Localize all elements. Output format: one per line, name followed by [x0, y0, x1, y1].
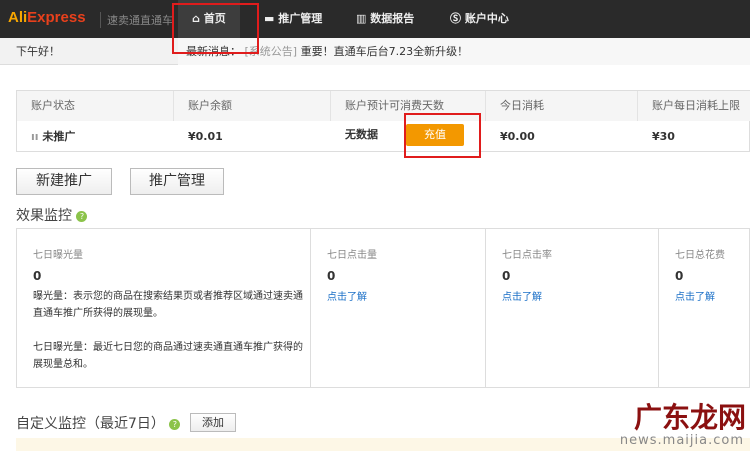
highlight-box [172, 3, 259, 54]
add-button[interactable]: 添加 [190, 413, 236, 432]
new-promo-button[interactable]: 新建推广 [16, 168, 112, 195]
greeting: 下午好！ [16, 45, 60, 58]
top-nav-bar: AliExpress 速卖通直通车 ⌂ 首页 ▬ 推广管理 ▥ 数据报告 Ⓢ 账… [0, 0, 750, 38]
watermark: 广东龙网 [633, 401, 746, 434]
app-subtitle: 速卖通直通车 [100, 12, 173, 28]
aliexpress-logo[interactable]: AliExpress [8, 9, 86, 26]
card-label: 七日点击量 [327, 250, 377, 261]
nav-promo-manage[interactable]: ▬ 推广管理 [250, 0, 336, 38]
card-value: 0 [675, 269, 684, 283]
card-value: 0 [33, 269, 42, 283]
card-label: 七日点击率 [502, 250, 552, 261]
card-desc: 七日曝光量：最近七日您的商品通过速卖通直通车推广获得的展现量总和。 [33, 342, 303, 370]
today-spend: ¥0.00 [500, 130, 535, 143]
highlight-box [404, 113, 481, 158]
account-status: ıı 未推广 [31, 130, 76, 143]
card-clicks: 七日点击量 0 点击了解 [311, 229, 486, 387]
daily-limit: ¥30 [652, 130, 675, 143]
pause-icon: ıı [31, 130, 43, 143]
help-icon[interactable]: ? [76, 210, 88, 222]
account-balance: ¥0.01 [188, 130, 223, 143]
card-label: 七日总花费 [675, 250, 725, 261]
col-header: 账户余额 [174, 91, 331, 121]
learn-more-link[interactable]: 点击了解 [502, 288, 658, 303]
card-spend: 七日总花费 0 点击了解 [659, 229, 750, 387]
card-ctr: 七日点击率 0 点击了解 [486, 229, 659, 387]
learn-more-link[interactable]: 点击了解 [675, 288, 750, 303]
nav-data-report[interactable]: ▥ 数据报告 [342, 0, 428, 38]
sub-bar: 下午好！ 最新消息： [系统公告] 重要！直通车后台7.23全新升级！ [0, 38, 750, 65]
monitor-heading: 效果监控 ? [16, 205, 88, 225]
card-value: 0 [502, 269, 511, 283]
promo-manage-button[interactable]: 推广管理 [130, 168, 224, 195]
card-impressions: 七日曝光量 0 曝光量：表示您的商品在搜索结果页或者推荐区域通过速卖通直通车推广… [17, 229, 311, 387]
account-table: 账户状态 账户余额 账户预计可消费天数 今日消耗 账户每日消耗上限 ıı 未推广… [16, 90, 750, 152]
bar-chart-icon: ▥ [356, 12, 371, 25]
custom-monitor-heading: 自定义监控（最近7日） ? [16, 413, 181, 433]
help-icon[interactable]: ? [169, 418, 181, 430]
card-label: 七日曝光量 [33, 250, 83, 261]
dollar-icon: Ⓢ [450, 12, 465, 25]
monitor-cards: 七日曝光量 0 曝光量：表示您的商品在搜索结果页或者推荐区域通过速卖通直通车推广… [16, 228, 750, 388]
learn-more-link[interactable]: 点击了解 [327, 288, 485, 303]
briefcase-icon: ▬ [264, 12, 279, 25]
card-desc: 曝光量：表示您的商品在搜索结果页或者推荐区域通过速卖通直通车推广所获得的展现量。 [33, 291, 303, 319]
notice-link[interactable]: 重要！直通车后台7.23全新升级！ [301, 45, 469, 58]
col-header: 今日消耗 [486, 91, 638, 121]
nav-account-center[interactable]: Ⓢ 账户中心 [436, 0, 523, 38]
col-header: 账户每日消耗上限 [638, 91, 750, 121]
col-header: 账户状态 [17, 91, 174, 121]
card-value: 0 [327, 269, 336, 283]
notice-bar: 最新消息： [系统公告] 重要！直通车后台7.23全新升级！ [178, 38, 750, 65]
days-remaining: 无数据 [345, 128, 378, 141]
watermark-url: news.maijia.com [619, 433, 744, 448]
